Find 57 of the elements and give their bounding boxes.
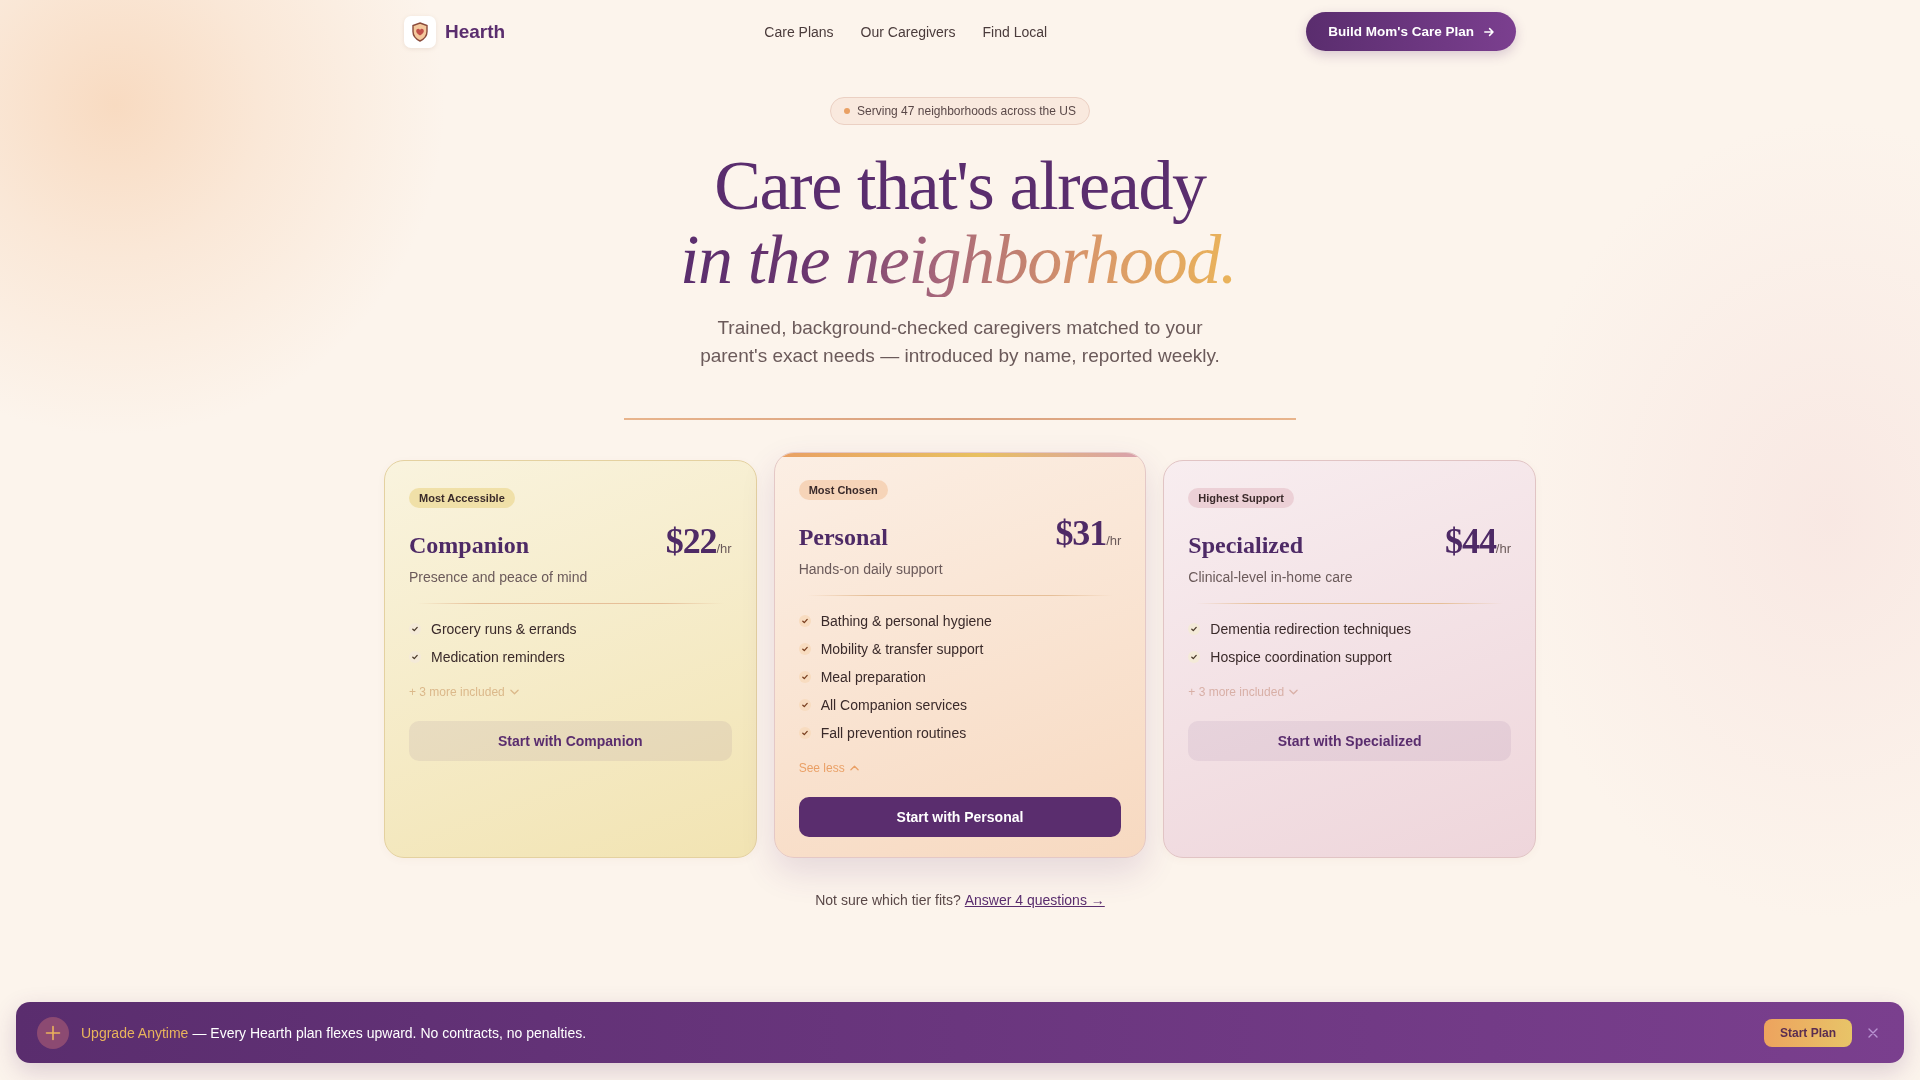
plan-price: $22 <box>665 522 717 559</box>
feature-text: Dementia redirection techniques <box>1210 619 1412 639</box>
check-icon <box>1188 622 1201 635</box>
plan-tag: Most Chosen <box>798 479 888 500</box>
chevron-up-icon <box>849 764 859 771</box>
start-plan-button[interactable]: Start Plan <box>1764 1018 1852 1047</box>
nav-link[interactable]: Care Plans <box>764 23 834 40</box>
check-icon <box>409 650 421 663</box>
feature-text: All Companion services <box>820 695 967 715</box>
plan-price: $44 <box>1445 522 1496 559</box>
check-icon <box>1188 650 1201 663</box>
check-icon <box>798 726 811 739</box>
plan-name: Specialized <box>1188 530 1303 560</box>
check-icon <box>798 642 811 655</box>
price-unit: /hr <box>1495 540 1511 556</box>
check-icon <box>409 622 421 635</box>
feature-text: Mobility & transfer support <box>820 639 984 659</box>
banner-message: — Every Hearth plan flexes upward. No contracts, no penalties. <box>192 1024 587 1041</box>
nav-link[interactable]: Find Local <box>982 23 1048 40</box>
quiz-link[interactable]: Answer 4 questions → <box>964 891 1105 908</box>
check-icon <box>798 698 811 711</box>
plan-description: Presence and peace of mind <box>409 567 588 587</box>
feature-text: Hospice coordination support <box>1210 647 1392 667</box>
hero-headline: Care that's already in the neighborhood. <box>640 149 1280 297</box>
plus-icon <box>37 1016 69 1049</box>
plan-tag: Highest Support <box>1188 487 1294 508</box>
price-unit: /hr <box>1106 532 1122 548</box>
nav-link[interactable]: Our Caregivers <box>860 23 956 40</box>
banner-title: Upgrade Anytime <box>81 1024 189 1041</box>
plan-description: Hands-on daily support <box>798 559 943 579</box>
feature-text: Medication reminders <box>431 647 565 667</box>
shield-logo-icon <box>404 15 436 48</box>
plan-name: Companion <box>409 530 530 560</box>
feature-text: Bathing & personal hygiene <box>820 611 992 631</box>
start-plan-button[interactable]: Start with Companion <box>409 720 732 761</box>
chevron-down-icon <box>1289 688 1299 695</box>
plan-price: $31 <box>1055 514 1107 551</box>
check-icon <box>798 614 811 627</box>
status-dot-icon <box>844 108 851 114</box>
hero-subtitle: Trained, background-checked caregivers matched to your parent's exact needs — introduced by name, reported weekly. <box>700 316 1220 368</box>
price-unit: /hr <box>716 540 732 556</box>
plan-description: Clinical-level in-home care <box>1188 567 1353 587</box>
start-plan-button[interactable]: Start with Specialized <box>1188 720 1511 761</box>
feature-text: Fall prevention routines <box>820 723 967 743</box>
build-plan-button[interactable]: Build Mom's Care Plan <box>1306 12 1516 51</box>
close-icon[interactable] <box>1868 1027 1878 1038</box>
brand-name[interactable]: Hearth <box>445 20 506 43</box>
help-text: Not sure which tier fits? <box>815 891 961 908</box>
start-plan-button[interactable]: Start with Personal <box>798 796 1122 837</box>
plan-name: Personal <box>798 522 888 552</box>
chevron-down-icon <box>509 688 519 695</box>
feature-text: Meal preparation <box>820 667 926 687</box>
arrow-right-icon <box>1484 26 1494 37</box>
feature-text: Grocery runs & errands <box>431 619 577 639</box>
plan-tag: Most Accessible <box>409 487 515 508</box>
check-icon <box>798 670 811 683</box>
announcement-text: Serving 47 neighborhoods across the US <box>857 104 1076 118</box>
